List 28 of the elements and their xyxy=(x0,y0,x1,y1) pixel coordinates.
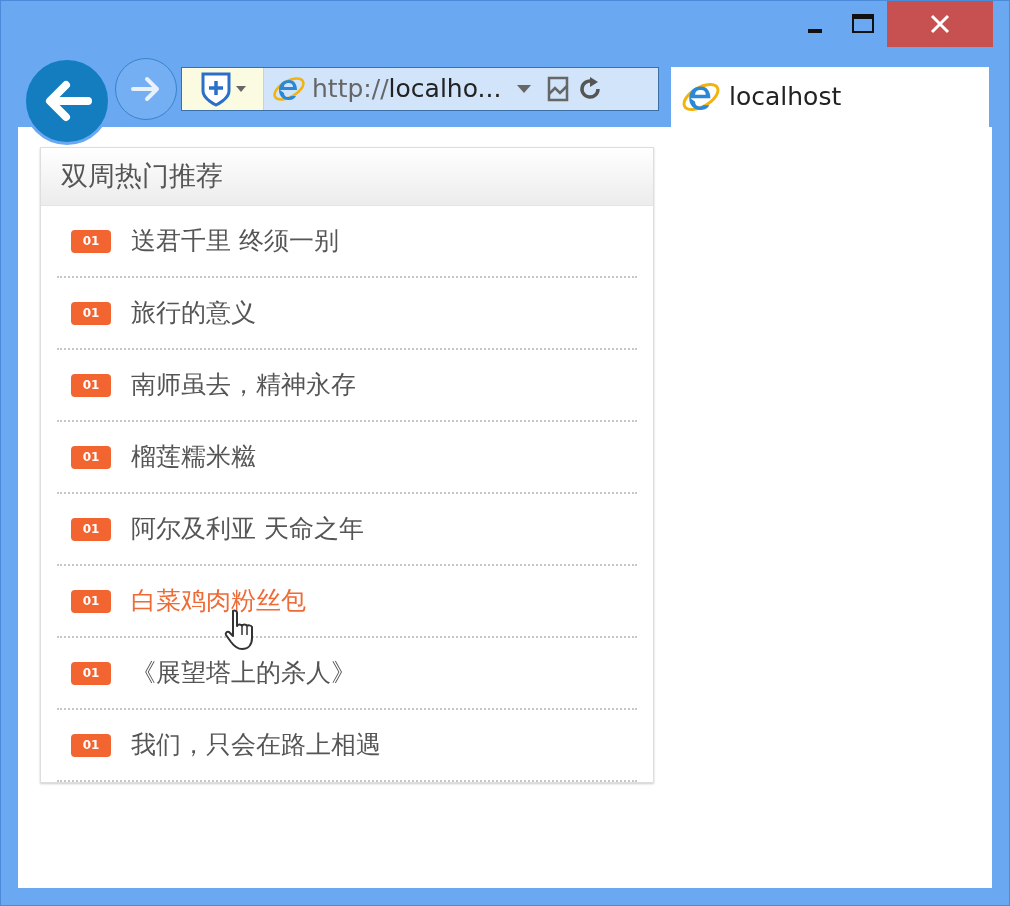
minimize-icon xyxy=(808,29,822,33)
browser-tab[interactable]: localhost xyxy=(671,67,989,127)
article-link[interactable]: 阿尔及利亚 天命之年 xyxy=(131,510,364,548)
shield-plus-icon xyxy=(199,71,232,107)
rank-badge: 01 xyxy=(71,661,111,685)
close-icon xyxy=(929,13,951,35)
article-link[interactable]: 《展望塔上的杀人》 xyxy=(131,654,356,692)
article-link[interactable]: 南师虽去，精神永存 xyxy=(131,366,356,404)
tab-title: localhost xyxy=(729,81,842,114)
panel-title: 双周热门推荐 xyxy=(61,159,223,194)
rank-badge: 01 xyxy=(71,301,111,325)
dropdown-caret-icon[interactable] xyxy=(517,85,532,93)
rank-badge: 01 xyxy=(71,373,111,397)
rank-badge: 01 xyxy=(71,229,111,253)
shield-dropdown-button[interactable] xyxy=(182,68,264,110)
url-text[interactable]: http://localho... xyxy=(312,70,502,108)
rank-badge: 01 xyxy=(71,445,111,469)
compatibility-view-icon[interactable] xyxy=(547,76,570,102)
maximize-icon xyxy=(851,13,875,35)
article-link[interactable]: 榴莲糯米糍 xyxy=(131,438,256,476)
address-bar[interactable]: http://localho... xyxy=(181,67,659,111)
article-link[interactable]: 送君千里 终须一别 xyxy=(131,222,339,260)
rank-badge: 01 xyxy=(71,733,111,757)
article-link[interactable]: 我们，只会在路上相遇 xyxy=(131,726,381,764)
article-link[interactable]: 旅行的意义 xyxy=(131,294,256,332)
caret-icon xyxy=(235,86,246,92)
rank-badge: 01 xyxy=(71,517,111,541)
rank-badge: 01 xyxy=(71,589,111,613)
